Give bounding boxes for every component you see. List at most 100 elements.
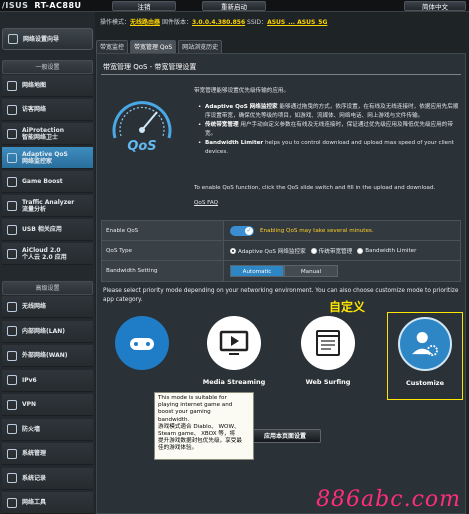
reboot-button[interactable]: 重新启动 [202,1,266,11]
radio-icon [230,247,236,254]
qos-type-adaptive[interactable]: Adaptive QoS 网络监控家 [230,247,306,255]
sidebar-item-administration[interactable]: 系统管理 [2,443,93,465]
qos-intro-text: 带宽管理能够设置优先级传输的应用。 [194,88,290,94]
sidebar-item-adaptive-qos[interactable]: Adaptive QoS 网络监控家 [2,147,93,169]
qos-type-traditional[interactable]: 传统带宽管理 [310,247,353,255]
qos-feature-list: Adaptive QoS 网络监控家 能够通过拖曳的方式，依序设置，在有线及无线… [198,103,463,157]
firewall-icon [7,424,17,434]
sidebar-item-label: 外部网络(WAN) [22,352,68,359]
ssid-label: SSID： [247,19,268,26]
quick-setup-button[interactable]: 网络设置向导 [2,28,93,50]
mode-web-surfing[interactable]: Web Surfing [291,316,365,386]
qos-speedometer-icon: QoS [112,101,172,154]
radio-icon [357,247,364,254]
brand-name: /ISUS [2,1,29,10]
game-boost-icon [7,176,17,187]
adaptive-qos-icon [7,152,17,163]
priority-mode-text: Please select priority mode depending on… [103,288,459,303]
sidebar-item-vpn[interactable]: VPN [2,394,93,416]
sidebar-item-network-map[interactable]: 网络地图 [2,75,93,97]
media-streaming-icon [207,316,261,370]
sidebar-item-label: IPv6 [22,376,37,384]
tooltip-text: This mode is suitable for playing intern… [158,395,242,452]
sidebar-item-label: AiProtection 智能网络卫士 [22,126,64,141]
sidebar-item-guest-network[interactable]: 访客网络 [2,99,93,121]
radio-icon [310,247,317,254]
page-title: 带宽管理 QoS - 带宽管理设置 [103,63,197,71]
customize-annotation: 自定义 [329,300,366,314]
qos-panel: 带宽管理 QoS - 带宽管理设置 QoS 带宽管理能够设置优先级传输的应用。 … [96,53,466,514]
mode-gaming[interactable] [105,316,179,378]
network-map-icon [7,80,17,91]
sidebar-item-network-tools[interactable]: 网络工具 [2,492,93,514]
sidebar-item-wireless[interactable]: 无线网络 [2,296,93,318]
enable-qos-row: Enable QoS ✓ Enabling QoS may take sever… [102,221,460,241]
firmware-info-bar: 操作模式：无线路由器 固件版本：3.0.0.4.380.856 SSID：ASU… [100,17,327,26]
brand-logo: /ISUS RT-AC88U [2,1,82,10]
sidebar-item-traffic-analyzer[interactable]: Traffic Analyzer 流量分析 [2,195,93,217]
bandwidth-manual-button[interactable]: Manual [284,265,338,277]
sidebar-item-label: 网络地图 [22,82,47,89]
op-mode-link[interactable]: 无线路由器 [130,19,160,26]
mode-customize[interactable]: Customize [387,312,463,400]
radio-label: Adaptive QoS 网络监控家 [238,248,306,255]
wireless-icon [7,301,17,312]
sidebar-item-label: USB 相关应用 [22,226,62,233]
tab-qos[interactable]: 带宽管理 QoS [130,40,177,53]
firmware-link[interactable]: 3.0.0.4.380.856 [192,19,245,26]
sidebar-item-aiprotection[interactable]: AiProtection 智能网络卫士 [2,123,93,145]
aicloud-icon [7,248,17,259]
radio-label: Bandwidth Limiter [365,247,417,254]
enable-qos-label: Enable QoS [102,221,224,240]
tab-web-history[interactable]: 网站浏览历史 [178,40,223,53]
quick-setup-label: 网络设置向导 [23,35,60,43]
sidebar-item-lan[interactable]: 内部网络(LAN) [2,320,93,343]
radio-label: 传统带宽管理 [318,248,353,255]
check-icon: ✓ [245,226,253,235]
sidebar-item-label: VPN [22,401,37,408]
general-section-header: 一般设置 [2,60,93,74]
qos-settings-table: Enable QoS ✓ Enabling QoS may take sever… [101,220,461,282]
gaming-mode-tooltip: This mode is suitable for playing intern… [154,392,254,460]
traffic-analyzer-icon [7,200,17,211]
router-model: RT-AC88U [34,1,82,10]
aiprotection-icon [7,128,17,139]
administration-icon [7,448,17,459]
apply-button[interactable]: 应用本页面设置 [249,429,321,443]
sidebar-item-label: Adaptive QoS 网络监控家 [22,150,68,165]
web-surfing-icon [301,316,355,370]
qos-faq-link[interactable]: QoS FAQ [194,200,218,206]
sidebar-item-system-log[interactable]: 系统记录 [2,467,93,490]
qos-type-label: QoS Type [102,241,224,260]
mode-media-streaming[interactable]: Media Streaming [197,316,271,386]
sidebar-item-wan[interactable]: 外部网络(WAN) [2,345,93,367]
system-log-icon [7,473,17,483]
svg-text:QoS: QoS [127,139,156,154]
feature-bandwidth-limiter: Bandwidth Limiter helps you to control d… [198,139,463,156]
enable-qos-toggle[interactable]: ✓ [230,225,254,236]
sidebar-item-ipv6[interactable]: IPv6 [2,369,93,392]
watermark: 886abc.com [316,487,461,512]
mode-label: Customize [405,379,445,387]
qos-type-limiter[interactable]: Bandwidth Limiter [357,247,417,254]
tab-bandwidth-monitor[interactable]: 带宽监控 [96,40,129,53]
mode-label: Web Surfing [305,378,351,386]
customize-icon [398,317,452,371]
language-select[interactable]: 简体中文 [404,1,466,11]
feature-head: Adaptive QoS 网络监控家 [205,104,278,110]
sidebar-item-usb-apps[interactable]: USB 相关应用 [2,219,93,241]
bandwidth-automatic-button[interactable]: Automatic [230,265,284,277]
sidebar-item-label: Game Boost [22,178,63,185]
ssid-value[interactable]: ASUS_... ASUS_5G [267,19,327,26]
title-divider [101,74,461,75]
feature-adaptive-qos: Adaptive QoS 网络监控家 能够通过拖曳的方式，依序设置，在有线及无线… [198,103,463,120]
sidebar-item-label: Traffic Analyzer 流量分析 [22,198,75,213]
bandwidth-setting-label: Bandwidth Setting [102,261,224,281]
usb-apps-icon [7,224,17,235]
logout-button[interactable]: 注销 [112,1,176,11]
mode-label: Media Streaming [202,378,266,386]
sidebar-item-aicloud[interactable]: AiCloud 2.0 个人云 2.0 应用 [2,243,93,265]
sidebar-item-game-boost[interactable]: Game Boost [2,171,93,193]
enable-hint-text: To enable QoS function, click the QoS sl… [194,185,436,191]
sidebar-item-firewall[interactable]: 防火墙 [2,418,93,441]
